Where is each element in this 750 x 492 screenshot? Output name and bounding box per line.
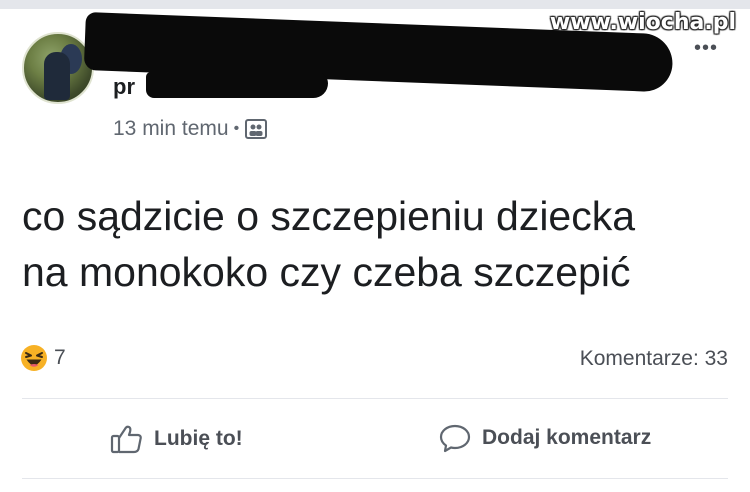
comment-icon xyxy=(439,424,471,453)
avatar[interactable] xyxy=(22,32,94,104)
reactions-summary[interactable]: 7 xyxy=(20,344,66,372)
more-options-icon[interactable]: ••• xyxy=(694,37,718,60)
group-audience-icon xyxy=(245,119,268,139)
comment-label: Dodaj komentarz xyxy=(482,426,652,449)
post-text-line: co sądzicie o szczepieniu dziecka xyxy=(22,193,636,239)
avatar-figure-body xyxy=(44,52,70,100)
haha-emoji-icon xyxy=(21,345,47,371)
top-strip xyxy=(0,0,750,9)
post-meta: 13 min temu • xyxy=(113,117,268,141)
reaction-count: 7 xyxy=(54,346,66,369)
like-button[interactable]: Lubię to! xyxy=(110,423,243,455)
post-text: co sądzicie o szczepieniu dziecka na mon… xyxy=(22,188,742,300)
divider xyxy=(22,478,728,479)
redaction-bar-name xyxy=(146,72,328,98)
post-text-line: na monokoko czy czeba szczepić xyxy=(22,249,631,295)
watermark: www.wiocha.pl xyxy=(549,10,736,35)
thumbs-up-icon xyxy=(110,425,142,454)
divider xyxy=(22,398,728,399)
like-label: Lubię to! xyxy=(154,427,243,450)
comments-count[interactable]: Komentarze: 33 xyxy=(580,347,728,371)
meta-separator: • xyxy=(233,120,240,137)
timestamp[interactable]: 13 min temu xyxy=(113,117,229,141)
comment-button[interactable]: Dodaj komentarz xyxy=(438,423,651,453)
author-name[interactable]: pr xyxy=(113,74,135,100)
